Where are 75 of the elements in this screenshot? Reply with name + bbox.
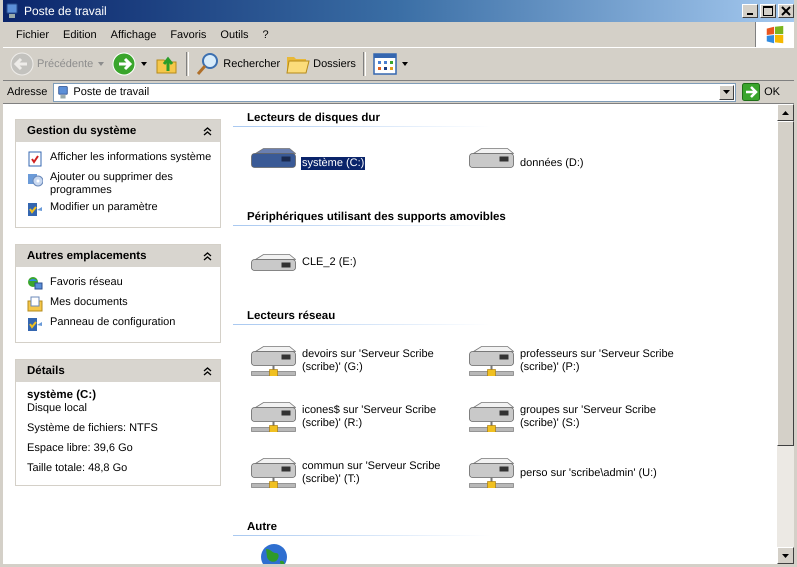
computer-icon: [5, 3, 19, 19]
address-field[interactable]: Poste de travail: [53, 82, 736, 102]
network-drive-icon: [469, 346, 514, 376]
window-title: Poste de travail: [24, 4, 108, 18]
task-link[interactable]: Panneau de configuration: [27, 316, 212, 332]
computer-icon: [57, 84, 70, 100]
arrow-down-icon: [782, 554, 789, 558]
removable-drive-icon: [251, 254, 296, 270]
close-icon: [781, 6, 791, 16]
drive-item[interactable]: professeurs sur 'Serveur Scribe (scribe)' (P:): [467, 333, 685, 389]
network-drive-icon: [469, 402, 514, 432]
search-icon: [196, 52, 220, 76]
group-header: Périphériques utilisant des supports amovibles: [247, 210, 506, 222]
caret-icon: [141, 62, 148, 66]
menu-item[interactable]: Favoris: [163, 28, 214, 40]
go-button[interactable]: OK: [740, 83, 794, 101]
menu-item[interactable]: Outils: [213, 28, 256, 40]
details-text: Disque local: [27, 402, 88, 415]
address-label: Adresse: [7, 86, 48, 98]
drive-item[interactable]: CLE_2 (E:): [249, 234, 467, 290]
collapse-button[interactable]: [203, 366, 212, 376]
menu-item[interactable]: Fichier: [9, 28, 56, 40]
drive-item[interactable]: icones$ sur 'Serveur Scribe (scribe)' (R:): [249, 389, 467, 445]
document-check-icon: [27, 151, 43, 167]
views-icon: [372, 52, 397, 76]
arrow-up-icon: [782, 110, 789, 114]
network-drive-icon: [251, 346, 296, 376]
drive-item[interactable]: commun sur 'Serveur Scribe (scribe)' (T:): [249, 445, 467, 501]
search-button[interactable]: Rechercher: [193, 50, 284, 78]
task-link[interactable]: Mes documents: [27, 296, 212, 312]
caret-icon: [723, 90, 730, 94]
close-button[interactable]: [778, 4, 794, 18]
drive-item[interactable]: système (C:): [249, 135, 467, 191]
folders-button[interactable]: Dossiers: [283, 50, 359, 78]
collapse-button[interactable]: [203, 252, 212, 260]
details-text: Taille totale: 48,8 Go: [27, 462, 128, 475]
drive-item[interactable]: données (D:): [467, 135, 685, 191]
globe-icon: [261, 544, 287, 564]
drive-item[interactable]: perso sur 'scribe\admin' (U:): [467, 445, 685, 501]
cd-box-icon: [27, 171, 43, 187]
details-text: Système de fichiers: NTFS: [27, 422, 159, 435]
details-text: Espace libre: 39,6 Go: [27, 442, 134, 455]
scrollbar[interactable]: [777, 104, 794, 564]
group-header: Lecteurs réseau: [247, 310, 336, 322]
caret-icon: [402, 62, 408, 66]
menu-item[interactable]: ?: [256, 28, 276, 40]
network-drive-icon: [251, 402, 296, 432]
drive-item[interactable]: groupes sur 'Serveur Scribe (scribe)' (S:): [467, 389, 685, 445]
collapse-button[interactable]: [203, 126, 212, 136]
drive-item[interactable]: devoirs sur 'Serveur Scribe (scribe)' (G:): [249, 333, 467, 389]
panel-title: Gestion du système: [27, 125, 138, 137]
group-header: Lecteurs de disques dur: [247, 112, 380, 124]
documents-icon: [27, 296, 43, 312]
network-drive-icon: [469, 458, 514, 488]
network-globe-icon: [27, 276, 43, 292]
maximize-icon: [763, 6, 773, 16]
task-link[interactable]: Favoris réseau: [27, 276, 212, 292]
menu-item[interactable]: Edition: [56, 28, 104, 40]
task-link[interactable]: Afficher les informations système: [27, 151, 212, 167]
control-panel-icon: [27, 316, 43, 332]
maximize-button[interactable]: [760, 4, 776, 18]
group-header: Autre: [247, 520, 278, 532]
menu-item[interactable]: Affichage: [104, 28, 164, 40]
dropdown-button[interactable]: [719, 84, 734, 100]
control-panel-icon: [27, 201, 43, 217]
go-arrow-icon: [742, 83, 760, 101]
panel-title: Autres emplacements: [27, 250, 148, 262]
panel-title: Détails: [27, 365, 66, 377]
minimize-icon: [747, 13, 753, 15]
minimize-button[interactable]: [742, 4, 758, 18]
details-title: système (C:): [27, 389, 98, 402]
network-drive-icon: [251, 458, 296, 488]
caret-icon: [98, 62, 104, 66]
task-link[interactable]: Ajouter ou supprimer des programmes: [27, 171, 212, 197]
task-link[interactable]: Modifier un paramètre: [27, 201, 212, 217]
